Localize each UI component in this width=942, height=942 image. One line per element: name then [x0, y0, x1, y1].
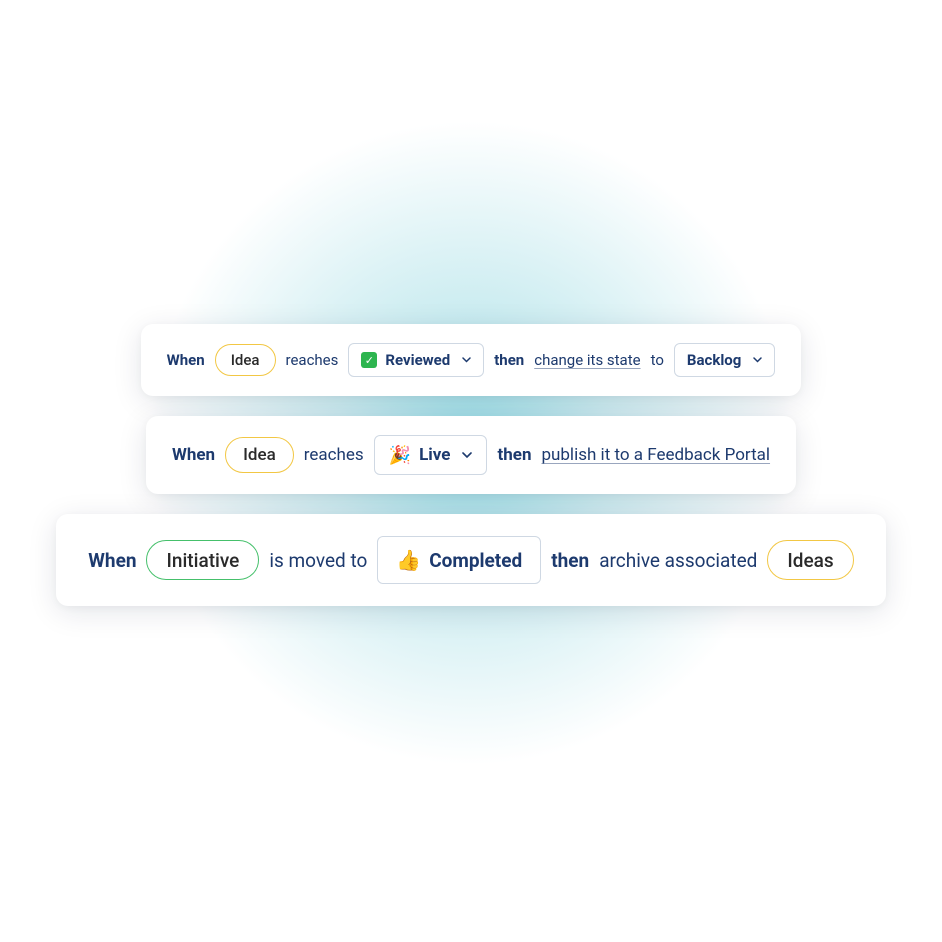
then-keyword: then — [551, 549, 589, 572]
action-link[interactable]: publish it to a Feedback Portal — [541, 445, 770, 465]
automation-rule-card: When Initiative is moved to 👍 Completed … — [56, 514, 885, 606]
target-pill-ideas[interactable]: Ideas — [767, 540, 853, 580]
target-dropdown[interactable]: Backlog — [674, 343, 775, 377]
status-dropdown[interactable]: 👍 Completed — [377, 536, 541, 584]
entity-pill-idea[interactable]: Idea — [215, 344, 276, 376]
verb-text: reaches — [304, 445, 364, 465]
chevron-down-icon — [462, 452, 472, 459]
chevron-down-icon — [753, 357, 762, 363]
check-icon: ✓ — [361, 352, 377, 368]
automation-rules-list: When Idea reaches ✓ Reviewed then change… — [0, 0, 942, 606]
then-keyword: then — [494, 351, 524, 369]
chevron-down-icon — [462, 357, 471, 363]
action-link[interactable]: change its state — [534, 351, 640, 369]
then-keyword: then — [497, 445, 531, 465]
automation-rule-card: When Idea reaches 🎉 Live then publish it… — [146, 416, 796, 494]
status-label: Completed — [429, 549, 522, 572]
when-keyword: When — [172, 445, 215, 465]
status-dropdown[interactable]: ✓ Reviewed — [348, 343, 484, 377]
automation-rule-card: When Idea reaches ✓ Reviewed then change… — [141, 324, 802, 396]
thumbs-up-emoji-icon: 👍 — [396, 548, 421, 572]
target-label: Backlog — [687, 351, 741, 369]
verb-text: is moved to — [269, 549, 367, 572]
when-keyword: When — [167, 351, 205, 369]
status-label: Reviewed — [385, 351, 450, 369]
status-dropdown[interactable]: 🎉 Live — [374, 435, 488, 475]
when-keyword: When — [88, 549, 136, 572]
entity-pill-idea[interactable]: Idea — [225, 437, 294, 473]
action-text: archive associated — [599, 549, 757, 572]
status-label: Live — [419, 445, 450, 465]
verb-text: reaches — [286, 351, 339, 369]
party-emoji-icon: 🎉 — [389, 445, 411, 466]
action-suffix: to — [651, 351, 664, 369]
entity-pill-initiative[interactable]: Initiative — [146, 540, 259, 580]
